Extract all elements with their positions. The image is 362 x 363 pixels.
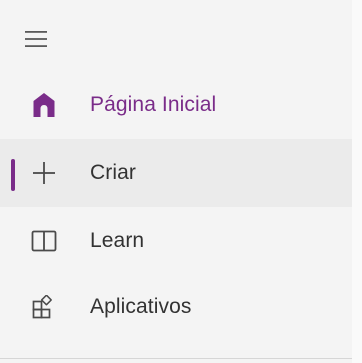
home-icon: [25, 86, 63, 124]
book-icon: [25, 222, 63, 260]
nav-item-home-label: Página Inicial: [90, 93, 217, 116]
hamburger-menu-button[interactable]: [25, 22, 65, 56]
divider: [0, 358, 352, 359]
nav-item-apps-label: Aplicativos: [90, 295, 192, 318]
nav-item-create[interactable]: Criar: [0, 139, 352, 207]
nav-item-apps[interactable]: Aplicativos: [0, 273, 352, 341]
nav-item-create-label: Criar: [90, 161, 136, 184]
apps-icon: [25, 288, 63, 326]
active-indicator: [11, 159, 15, 191]
hamburger-menu-icon: [25, 31, 47, 47]
nav-item-learn-label: Learn: [90, 229, 145, 252]
nav-item-learn[interactable]: Learn: [0, 207, 352, 275]
navigation-pane: Página Inicial Criar Learn Aplicativos: [0, 0, 352, 363]
plus-icon: [25, 154, 63, 192]
nav-item-home[interactable]: Página Inicial: [0, 71, 352, 139]
content-edge: [352, 0, 362, 363]
